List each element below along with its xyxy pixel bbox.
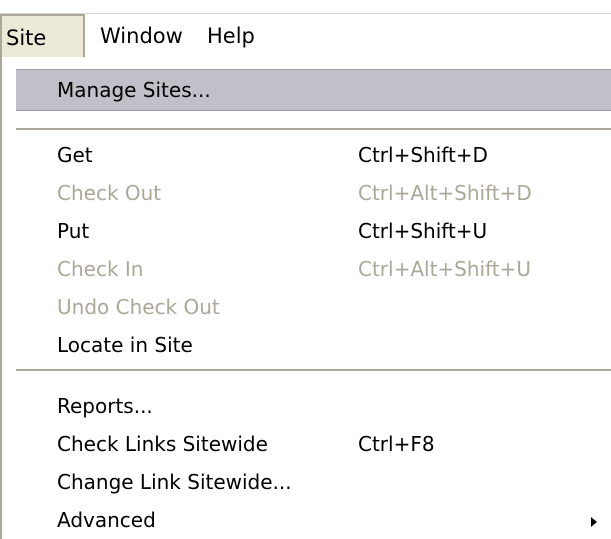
menu-item-get[interactable]: Get Ctrl+Shift+D <box>16 136 611 174</box>
menu-item-label: Put <box>57 219 90 243</box>
menu-item-label: Manage Sites... <box>57 78 211 102</box>
menu-item-label: Get <box>57 143 93 167</box>
menu-item-label: Check Links Sitewide <box>57 432 268 456</box>
menu-site[interactable]: Site <box>0 14 85 58</box>
menu-item-reports[interactable]: Reports... <box>16 387 611 425</box>
menu-item-shortcut: Ctrl+F8 <box>358 432 435 456</box>
menu-item-label: Check In <box>57 257 144 281</box>
menu-item-change-link-sitewide[interactable]: Change Link Sitewide... <box>16 463 611 501</box>
menu-item-label: Advanced <box>57 508 156 532</box>
site-dropdown-menu: Manage Sites... Get Ctrl+Shift+D Check O… <box>0 57 611 539</box>
menu-item-shortcut: Ctrl+Shift+D <box>358 143 488 167</box>
menu-item-check-in: Check In Ctrl+Alt+Shift+U <box>16 250 611 288</box>
menu-item-manage-sites[interactable]: Manage Sites... <box>16 69 611 111</box>
menu-item-locate-in-site[interactable]: Locate in Site <box>16 326 611 364</box>
menu-item-put[interactable]: Put Ctrl+Shift+U <box>16 212 611 250</box>
menu-help[interactable]: Help <box>193 14 269 58</box>
menu-item-label: Undo Check Out <box>57 295 220 319</box>
submenu-arrow-icon <box>591 517 597 527</box>
menu-item-shortcut: Ctrl+Shift+U <box>358 219 488 243</box>
menu-bar: Site Window Help <box>0 0 611 60</box>
menu-item-label: Check Out <box>57 181 162 205</box>
menu-item-check-links-sitewide[interactable]: Check Links Sitewide Ctrl+F8 <box>16 425 611 463</box>
menu-window[interactable]: Window <box>86 14 197 58</box>
menu-item-check-out: Check Out Ctrl+Alt+Shift+D <box>16 174 611 212</box>
menu-item-shortcut: Ctrl+Alt+Shift+U <box>358 257 532 281</box>
menu-item-label: Locate in Site <box>57 333 193 357</box>
menu-item-label: Change Link Sitewide... <box>57 470 292 494</box>
menu-separator <box>16 369 611 372</box>
menu-item-undo-check-out: Undo Check Out <box>16 288 611 326</box>
menu-item-label: Reports... <box>57 394 153 418</box>
menu-separator <box>16 128 611 131</box>
screen: Site Window Help Manage Sites... Get Ctr… <box>0 0 611 539</box>
menu-item-advanced[interactable]: Advanced <box>16 501 611 539</box>
menu-item-shortcut: Ctrl+Alt+Shift+D <box>358 181 532 205</box>
